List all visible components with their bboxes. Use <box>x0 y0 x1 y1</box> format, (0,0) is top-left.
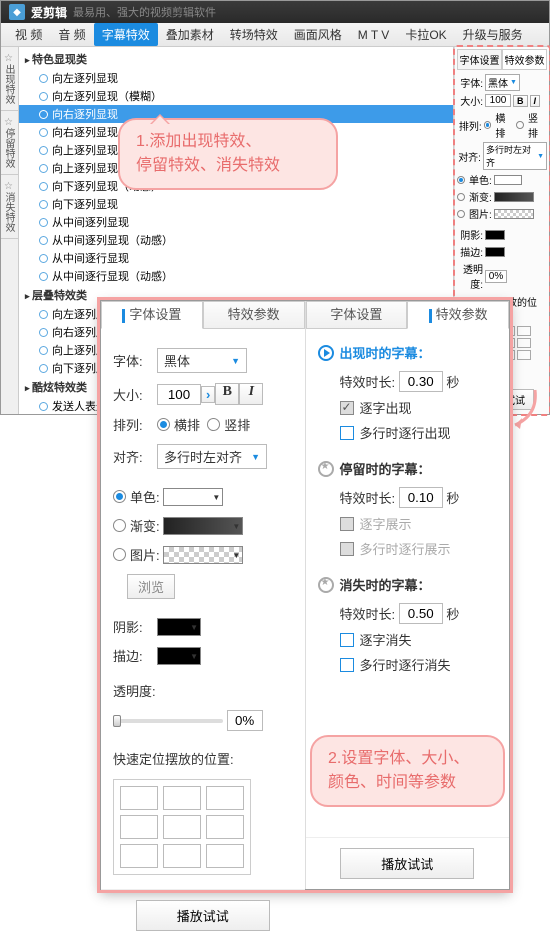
tab-fx-params[interactable]: 特效参数 <box>407 301 509 329</box>
menu-upgrade[interactable]: 升级与服务 <box>455 23 531 46</box>
picture-swatch[interactable] <box>163 546 243 564</box>
italic-button[interactable]: I <box>239 383 263 405</box>
radio-picture[interactable] <box>113 548 126 561</box>
titlebar: ◆ 爱剪辑 最易用、强大的视频剪辑软件 <box>1 1 549 23</box>
app-subtitle: 最易用、强大的视频剪辑软件 <box>73 4 216 20</box>
play-preview-button[interactable]: 播放试试 <box>136 900 270 931</box>
annotation-bubble-2: 2.设置字体、大小、颜色、时间等参数 <box>310 735 505 807</box>
radio-vertical[interactable] <box>516 121 524 129</box>
italic-button[interactable]: I <box>530 95 541 107</box>
tab-font-settings[interactable]: 字体设置 <box>457 49 502 70</box>
tab-stay[interactable]: ☆停留特效 <box>1 111 18 175</box>
color-swatch[interactable] <box>494 175 522 185</box>
size-input[interactable] <box>485 94 511 107</box>
tab-font-settings[interactable]: 字体设置 <box>306 301 408 329</box>
list-item[interactable]: 从中间逐行显现 <box>19 249 453 267</box>
stroke-swatch[interactable] <box>157 647 201 665</box>
font-select[interactable]: 黑体 <box>157 348 247 373</box>
list-item[interactable]: 向左逐列显现（模糊） <box>19 87 453 105</box>
duration-input[interactable] <box>399 371 443 392</box>
opacity-slider[interactable] <box>113 719 223 723</box>
shadow-swatch[interactable] <box>485 230 505 240</box>
tab-fx-params[interactable]: 特效参数 <box>203 301 305 329</box>
menu-karaoke[interactable]: 卡拉OK <box>397 23 454 46</box>
gradient-swatch[interactable] <box>163 517 243 535</box>
main-menu: 视 频 音 频 字幕特效 叠加素材 转场特效 画面风格 M T V 卡拉OK 升… <box>1 23 549 47</box>
duration-input[interactable] <box>399 487 443 508</box>
menu-transition[interactable]: 转场特效 <box>222 23 286 46</box>
align-select[interactable]: 多行时左对齐 <box>157 444 267 469</box>
checkbox-per-char[interactable] <box>340 517 354 531</box>
radio-horizontal[interactable] <box>484 121 492 129</box>
picture-swatch[interactable] <box>494 209 534 219</box>
align-select[interactable]: 多行时左对齐 <box>483 142 547 170</box>
fx-stage-tabs: ☆出现特效 ☆停留特效 ☆消失特效 <box>1 47 19 414</box>
stroke-swatch[interactable] <box>485 247 505 257</box>
menu-overlay[interactable]: 叠加素材 <box>158 23 222 46</box>
tab-fx-params[interactable]: 特效参数 <box>502 49 547 70</box>
tab-appear[interactable]: ☆出现特效 <box>1 47 18 111</box>
list-item[interactable]: 向左逐列显现 <box>19 69 453 87</box>
radio-solid[interactable] <box>457 176 465 184</box>
radio-picture[interactable] <box>457 210 465 218</box>
opacity-value[interactable] <box>227 710 263 731</box>
bold-button[interactable]: B <box>215 383 239 405</box>
checkbox-per-line[interactable] <box>340 426 354 440</box>
menu-mtv[interactable]: M T V <box>350 25 398 45</box>
list-item[interactable]: 向下逐列显现 <box>19 195 453 213</box>
checkbox-per-char[interactable] <box>340 401 354 415</box>
menu-video[interactable]: 视 频 <box>7 23 50 46</box>
play-preview-button[interactable]: 播放试试 <box>340 848 474 879</box>
list-item[interactable]: 从中间逐行显现（动感） <box>19 267 453 285</box>
position-grid[interactable] <box>113 779 251 875</box>
size-stepper[interactable]: › <box>201 386 215 403</box>
checkbox-per-line[interactable] <box>340 658 354 672</box>
list-item[interactable]: 从中间逐列显现（动感） <box>19 231 453 249</box>
color-swatch[interactable] <box>163 488 223 506</box>
category-header[interactable]: 特色显现类 <box>19 49 453 69</box>
shadow-swatch[interactable] <box>157 618 201 636</box>
checkbox-per-char[interactable] <box>340 633 354 647</box>
app-name: 爱剪辑 <box>31 4 67 21</box>
radio-gradient[interactable] <box>457 193 465 201</box>
radio-solid[interactable] <box>113 490 126 503</box>
star-icon <box>318 577 334 593</box>
checkbox-per-line[interactable] <box>340 542 354 556</box>
menu-audio[interactable]: 音 频 <box>50 23 93 46</box>
app-logo-icon: ◆ <box>9 4 25 20</box>
opacity-value[interactable] <box>485 270 507 283</box>
gradient-swatch[interactable] <box>494 192 534 202</box>
tab-disappear[interactable]: ☆消失特效 <box>1 175 18 239</box>
menu-style[interactable]: 画面风格 <box>286 23 350 46</box>
bold-button[interactable]: B <box>513 95 528 107</box>
menu-subtitle-fx[interactable]: 字幕特效 <box>94 23 158 46</box>
browse-button[interactable]: 浏览 <box>127 574 175 599</box>
radio-gradient[interactable] <box>113 519 126 532</box>
size-input[interactable] <box>157 384 201 405</box>
font-select[interactable]: 黑体 <box>485 74 520 91</box>
radio-horizontal[interactable] <box>157 418 170 431</box>
annotation-bubble-1: 1.添加出现特效、停留特效、消失特效 <box>118 118 338 190</box>
star-icon <box>318 461 334 477</box>
tab-font-settings[interactable]: 字体设置 <box>101 301 203 329</box>
list-item[interactable]: 从中间逐列显现 <box>19 213 453 231</box>
duration-input[interactable] <box>399 603 443 624</box>
radio-vertical[interactable] <box>207 418 220 431</box>
play-icon <box>318 345 334 361</box>
